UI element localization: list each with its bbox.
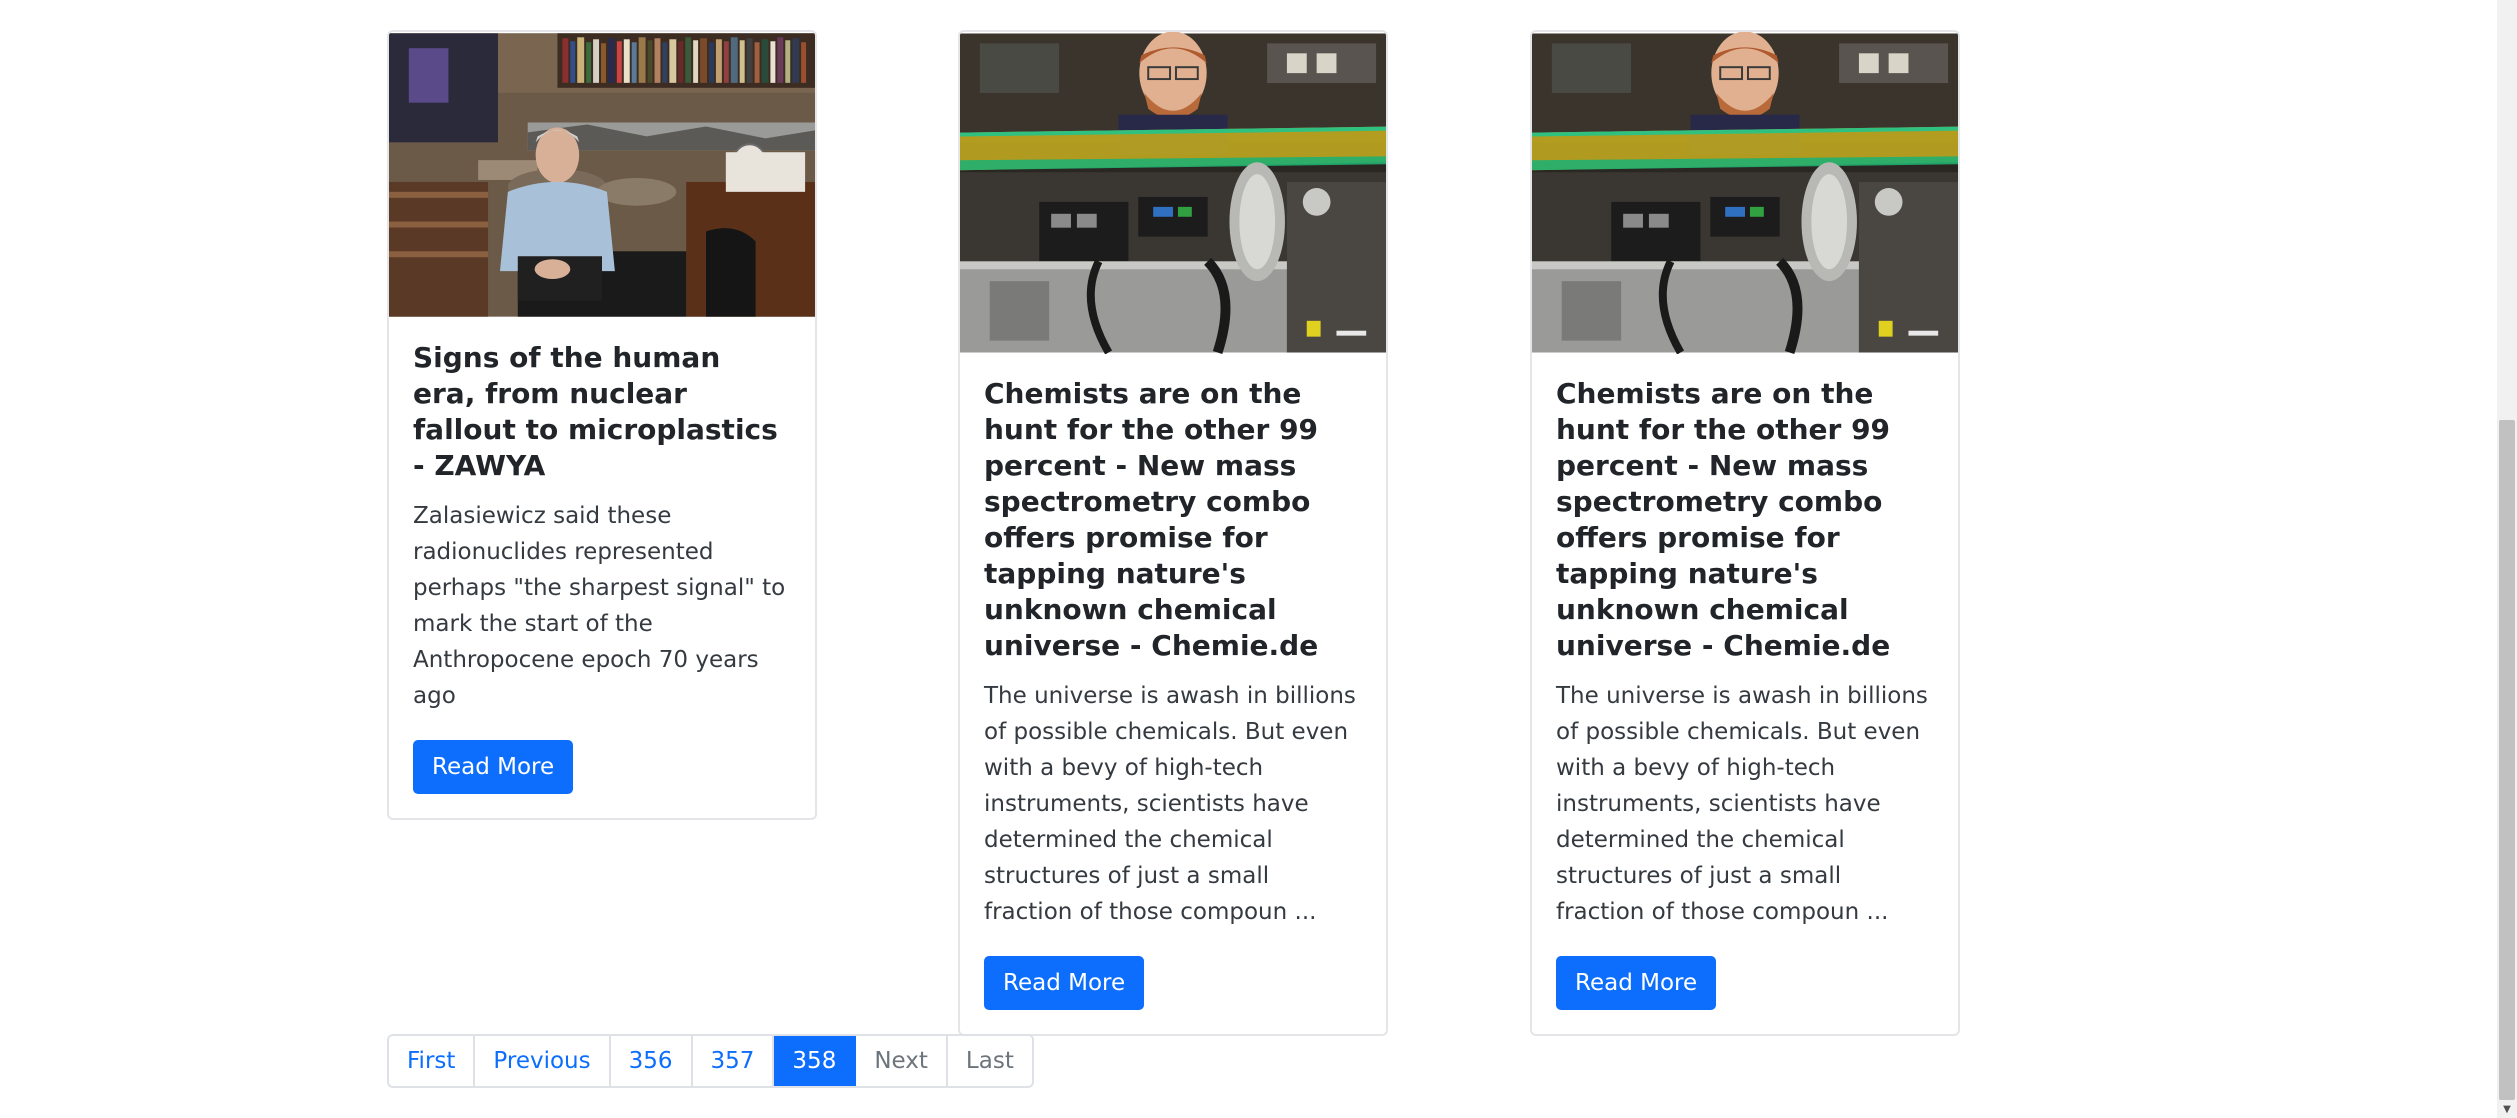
card-text: The universe is awash in billions of pos… (984, 683, 1356, 925)
news-card-2: Chemists are on the hunt for the other 9… (958, 30, 1388, 1036)
page-previous[interactable]: Previous (475, 1036, 611, 1086)
card-title[interactable]: Signs of the human era, from nuclear fal… (413, 340, 791, 484)
card-title[interactable]: Chemists are on the hunt for the other 9… (984, 376, 1362, 664)
card-body: Chemists are on the hunt for the other 9… (960, 354, 1386, 1034)
read-more-button[interactable]: Read More (1556, 956, 1717, 1010)
news-card-1: Signs of the human era, from nuclear fal… (387, 30, 817, 820)
page-357[interactable]: 357 (692, 1036, 775, 1086)
card-title[interactable]: Chemists are on the hunt for the other 9… (1556, 376, 1934, 664)
pagination: First Previous 356 357 358 Next Last (387, 1034, 1034, 1088)
scroll-down-arrow-icon[interactable]: ▼ (2497, 1102, 2517, 1118)
page-next: Next (856, 1036, 948, 1086)
card-text: Zalasiewicz said these radionuclides rep… (413, 503, 786, 709)
read-more-button[interactable]: Read More (413, 740, 574, 794)
page-358-current[interactable]: 358 (774, 1036, 857, 1086)
news-card-3: Chemists are on the hunt for the other 9… (1530, 30, 1960, 1036)
page-first[interactable]: First (389, 1036, 476, 1086)
card-image-lab[interactable] (960, 32, 1386, 354)
card-body: Signs of the human era, from nuclear fal… (389, 318, 815, 818)
page-356[interactable]: 356 (610, 1036, 693, 1086)
vertical-scrollbar[interactable]: ▼ (2497, 0, 2517, 1118)
card-image-lab[interactable] (1532, 32, 1958, 354)
page: Signs of the human era, from nuclear fal… (0, 0, 2517, 1118)
card-body: Chemists are on the hunt for the other 9… (1532, 354, 1958, 1034)
card-text: The universe is awash in billions of pos… (1556, 683, 1928, 925)
page-last: Last (947, 1036, 1032, 1086)
card-image-office[interactable] (389, 32, 815, 318)
read-more-button[interactable]: Read More (984, 956, 1145, 1010)
scrollbar-thumb[interactable] (2499, 420, 2515, 1100)
